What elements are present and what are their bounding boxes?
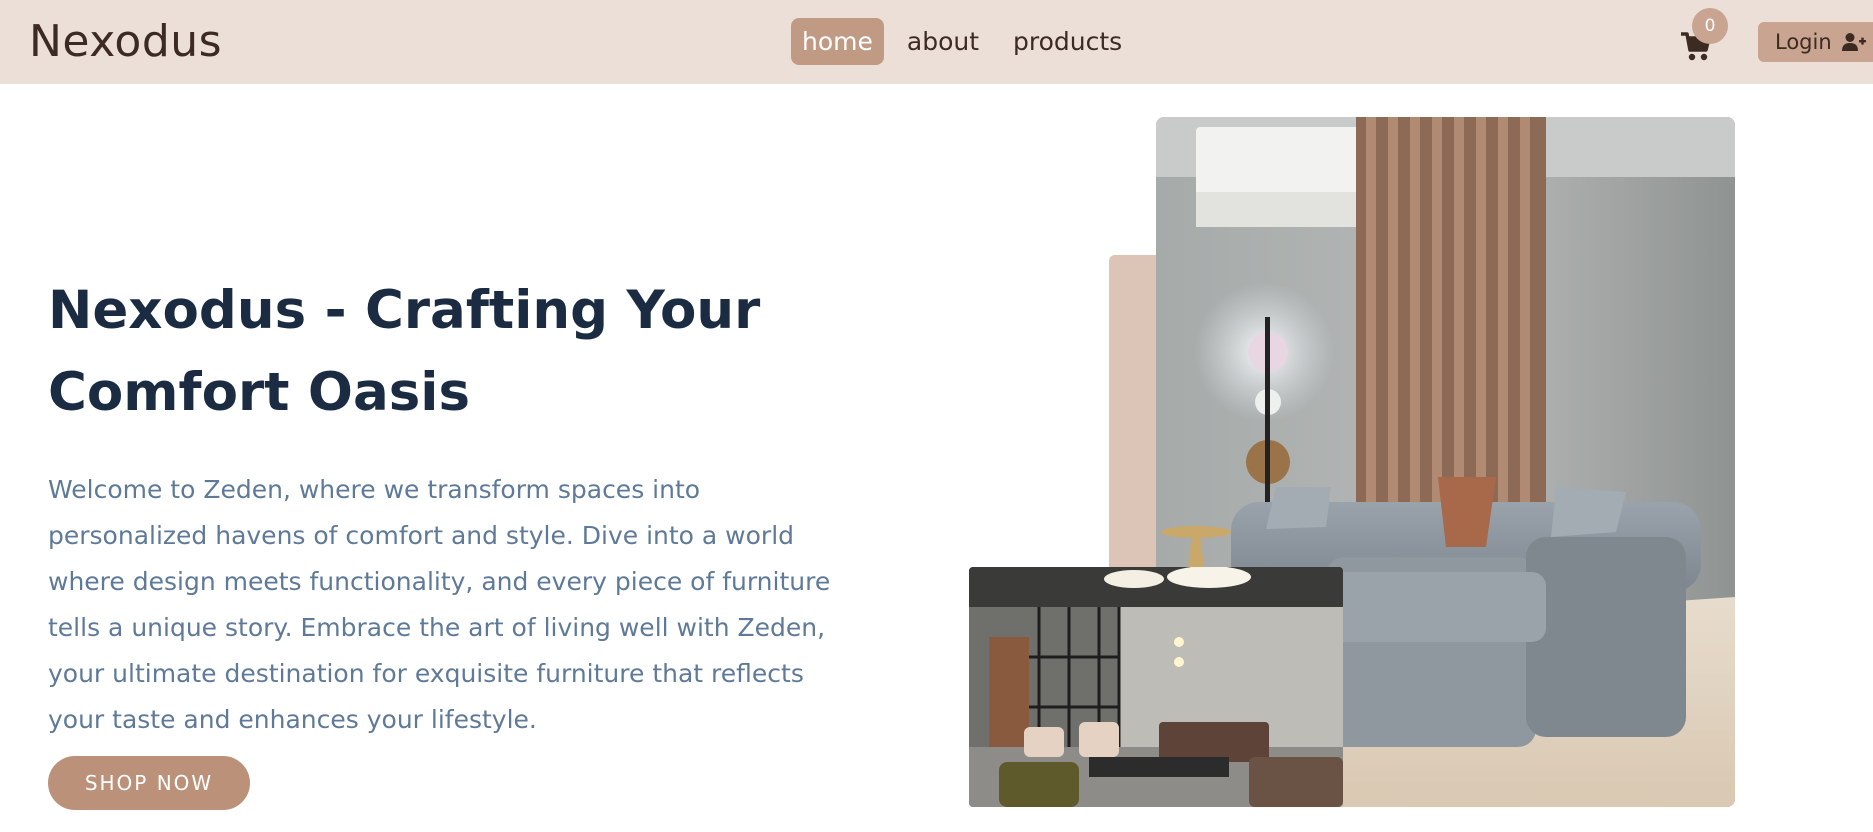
nav-about[interactable]: about [896, 18, 990, 65]
nav-products[interactable]: products [1002, 18, 1133, 65]
cart-count-badge: 0 [1692, 8, 1728, 44]
login-label: Login [1775, 30, 1832, 54]
shop-now-button[interactable]: SHOP NOW [48, 756, 250, 810]
nav-home[interactable]: home [791, 18, 884, 65]
nav-links: home about products [791, 18, 1133, 65]
brand-logo[interactable]: Nexodus [29, 14, 222, 70]
showroom-image [969, 567, 1343, 807]
navbar: Nexodus home about products 0 Login [0, 0, 1873, 84]
hero-title-line1: Nexodus - Crafting Your [48, 280, 761, 341]
user-plus-icon [1841, 32, 1866, 52]
hero-title-line2: Comfort Oasis [48, 362, 471, 423]
hero-description: Welcome to Zeden, where we transform spa… [48, 475, 831, 734]
hero-title: Nexodus - Crafting Your Comfort Oasis [48, 270, 768, 434]
login-button[interactable]: Login [1758, 22, 1873, 62]
